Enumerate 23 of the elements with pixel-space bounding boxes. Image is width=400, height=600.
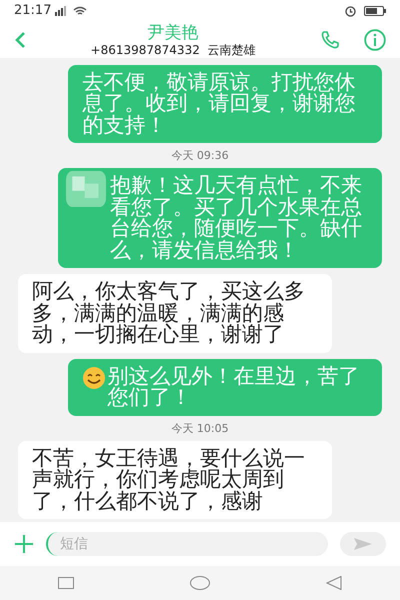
contact-name: 尹美艳: [148, 23, 198, 43]
info-icon[interactable]: [364, 29, 386, 51]
send-icon: [353, 537, 373, 551]
message-text: 不苦，女王待遇，要什么说一声就行，你们考虑呢太周到了，什么都不说了，感谢: [32, 448, 306, 512]
status-time: 21:17: [14, 2, 52, 20]
recents-icon[interactable]: [58, 577, 74, 589]
back-icon[interactable]: [14, 31, 26, 49]
battery-icon: [364, 6, 386, 16]
home-icon[interactable]: [190, 576, 210, 590]
message-text: 阿么，你太客气了，买这么多多，满满的温暖，满满的感动，一切搁在心里，谢谢了: [32, 281, 306, 346]
message-field[interactable]: 短信: [46, 532, 328, 556]
timestamp: 今天 10:05: [171, 422, 229, 434]
send-button[interactable]: [340, 532, 386, 556]
alarm-icon: [345, 6, 356, 16]
add-icon[interactable]: [14, 534, 34, 554]
message-text: 去不便，敬请原谅。打扰您休息了。收到，请回复，谢谢您的支持！: [82, 72, 356, 136]
back-nav-icon[interactable]: [326, 576, 342, 590]
message-text: 别这么见外！在里边，苦了您们了！: [108, 366, 361, 408]
wifi-icon: [73, 6, 88, 16]
timestamp: 今天 09:36: [171, 149, 229, 162]
contact-number: +8613987874332 云南楚雄: [90, 43, 256, 57]
message-text: 抱歉！这几天有点忙，不来看您了。买了几个水果在总台给您，随便吃一下。缺什么，请发信息给我！: [110, 175, 363, 261]
phone-icon[interactable]: [320, 30, 340, 50]
